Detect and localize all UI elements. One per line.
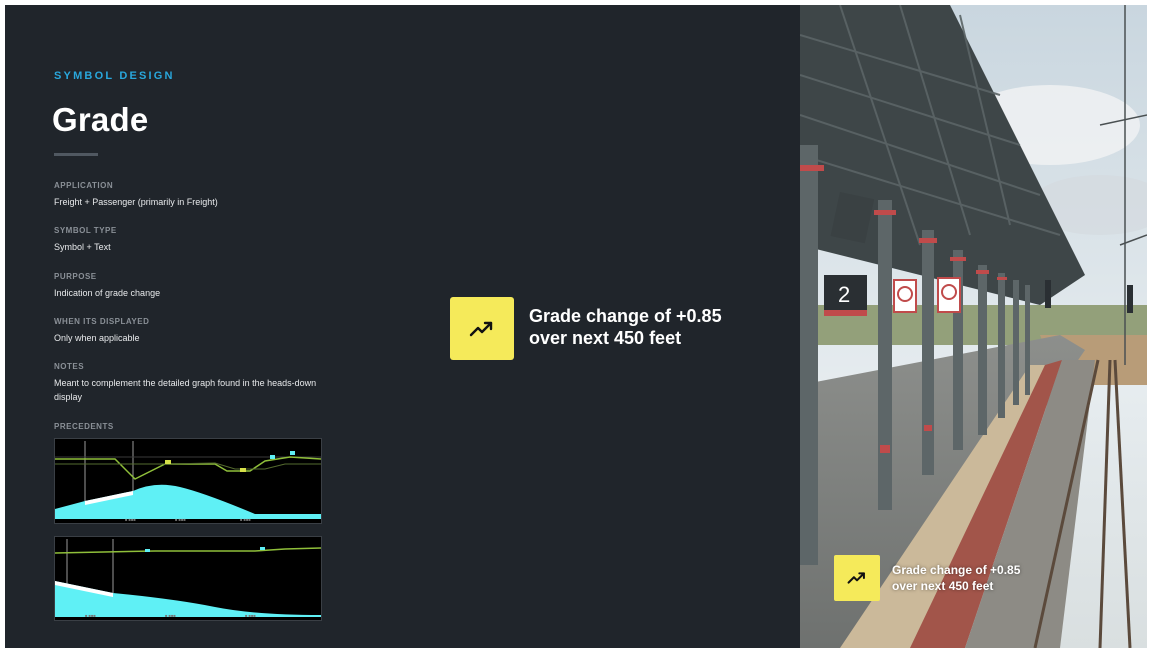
photo-grade-callout-line-1: Grade change of +0.85 bbox=[892, 563, 1021, 577]
grade-callout-line-2: over next 450 feet bbox=[529, 328, 682, 348]
svg-text:■ ■■■: ■ ■■■ bbox=[85, 613, 96, 618]
trending-up-icon bbox=[469, 321, 493, 336]
photo-grade-badge bbox=[834, 555, 880, 601]
svg-text:■ ■■■: ■ ■■■ bbox=[165, 613, 176, 618]
notes-label: NOTES bbox=[54, 362, 85, 371]
section-eyebrow: SYMBOL DESIGN bbox=[54, 70, 175, 82]
when-displayed-label: WHEN ITS DISPLAYED bbox=[54, 317, 150, 326]
when-displayed-value: Only when applicable bbox=[54, 333, 140, 343]
svg-text:■ ■■■: ■ ■■■ bbox=[245, 613, 256, 618]
info-panel: SYMBOL DESIGN Grade APPLICATION Freight … bbox=[5, 5, 800, 648]
application-label: APPLICATION bbox=[54, 181, 114, 190]
title-divider bbox=[54, 153, 98, 156]
train-platform-illustration: 2 bbox=[800, 5, 1147, 648]
grade-badge bbox=[450, 297, 514, 360]
svg-text:■ ■■■: ■ ■■■ bbox=[240, 517, 251, 522]
notes-value: Meant to complement the detailed graph f… bbox=[54, 378, 317, 402]
platform-number: 2 bbox=[838, 282, 850, 307]
slide: SYMBOL DESIGN Grade APPLICATION Freight … bbox=[5, 5, 1147, 648]
purpose-label: PURPOSE bbox=[54, 272, 97, 281]
application-value: Freight + Passenger (primarily in Freigh… bbox=[54, 197, 218, 207]
precedent-image-2: ■ ■■■ ■ ■■■ ■ ■■■ bbox=[54, 536, 322, 621]
page-title: Grade bbox=[52, 101, 149, 138]
photo-grade-callout-text: Grade change of +0.85 over next 450 feet bbox=[892, 562, 1092, 594]
svg-text:■ ■■■: ■ ■■■ bbox=[175, 517, 186, 522]
photo-grade-callout-line-2: over next 450 feet bbox=[892, 579, 994, 593]
trending-up-icon bbox=[847, 572, 865, 584]
svg-text:■ ■■■: ■ ■■■ bbox=[125, 517, 136, 522]
grade-profile-graphic-1: ■ ■■■ ■ ■■■ ■ ■■■ bbox=[55, 439, 322, 523]
platform-photo: 2 bbox=[800, 5, 1147, 648]
purpose-value: Indication of grade change bbox=[54, 288, 161, 298]
symbol-type-label: SYMBOL TYPE bbox=[54, 226, 117, 235]
precedent-image-1: ■ ■■■ ■ ■■■ ■ ■■■ bbox=[54, 438, 322, 524]
grade-callout-text: Grade change of +0.85 over next 450 feet bbox=[529, 305, 829, 349]
symbol-type-value: Symbol + Text bbox=[54, 242, 111, 252]
grade-callout-line-1: Grade change of +0.85 bbox=[529, 306, 722, 326]
precedents-label: PRECEDENTS bbox=[54, 422, 114, 431]
grade-profile-graphic-2: ■ ■■■ ■ ■■■ ■ ■■■ bbox=[54, 537, 322, 620]
